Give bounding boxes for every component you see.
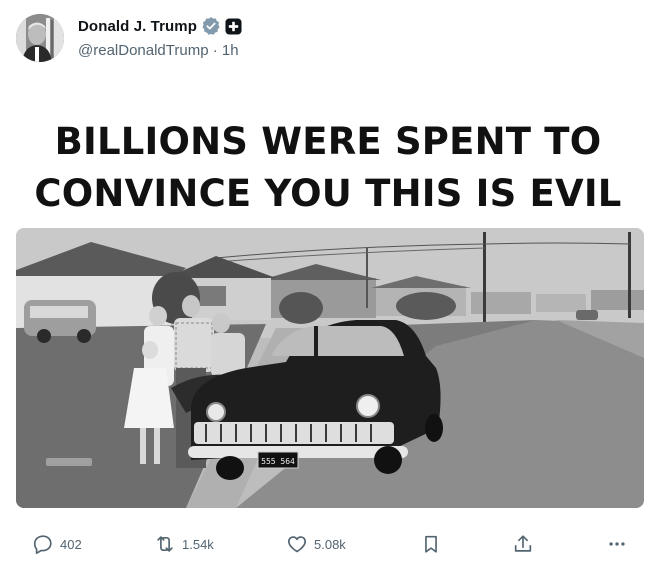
like-icon — [288, 536, 306, 553]
like-count: 5.08k — [314, 536, 346, 552]
share-button[interactable] — [512, 528, 534, 560]
timestamp[interactable]: 1h — [222, 42, 239, 59]
headline-line-2: CONVINCE YOU THIS IS EVIL — [34, 172, 622, 215]
post-card: Donald J. Trump @realDonaldTrump · 1h BI… — [0, 0, 656, 576]
plus-badge-icon[interactable] — [225, 17, 242, 35]
reply-button[interactable]: 402 — [32, 528, 82, 560]
handle[interactable]: @realDonaldTrump — [78, 42, 209, 59]
share-icon — [514, 535, 532, 552]
license-plate: 555 564 — [261, 457, 295, 466]
repost-icon — [157, 536, 173, 552]
display-name[interactable]: Donald J. Trump — [78, 18, 197, 35]
author-name-row: Donald J. Trump — [78, 14, 242, 38]
reply-count: 402 — [60, 536, 82, 552]
post-image[interactable]: 555 564 — [16, 228, 644, 508]
black-and-white-family-photo-with-car: 555 564 — [16, 228, 644, 508]
bookmark-icon — [425, 535, 437, 553]
profile-photo — [16, 14, 64, 62]
avatar[interactable] — [16, 14, 64, 62]
author-handle-row: @realDonaldTrump · 1h — [78, 42, 239, 59]
like-button[interactable]: 5.08k — [286, 528, 346, 560]
separator: · — [212, 42, 218, 59]
more-icon — [609, 542, 625, 546]
verified-badge-icon[interactable] — [201, 16, 221, 36]
more-button[interactable] — [606, 528, 628, 560]
reply-icon — [33, 535, 52, 554]
repost-button[interactable]: 1.54k — [154, 528, 214, 560]
action-bar: 402 1.54k 5.08k — [0, 528, 656, 560]
meme-headline: BILLIONS WERE SPENT TO CONVINCE YOU THIS… — [16, 116, 640, 220]
headline-line-1: BILLIONS WERE SPENT TO — [54, 120, 602, 163]
bookmark-button[interactable] — [420, 528, 442, 560]
repost-count: 1.54k — [182, 536, 214, 552]
